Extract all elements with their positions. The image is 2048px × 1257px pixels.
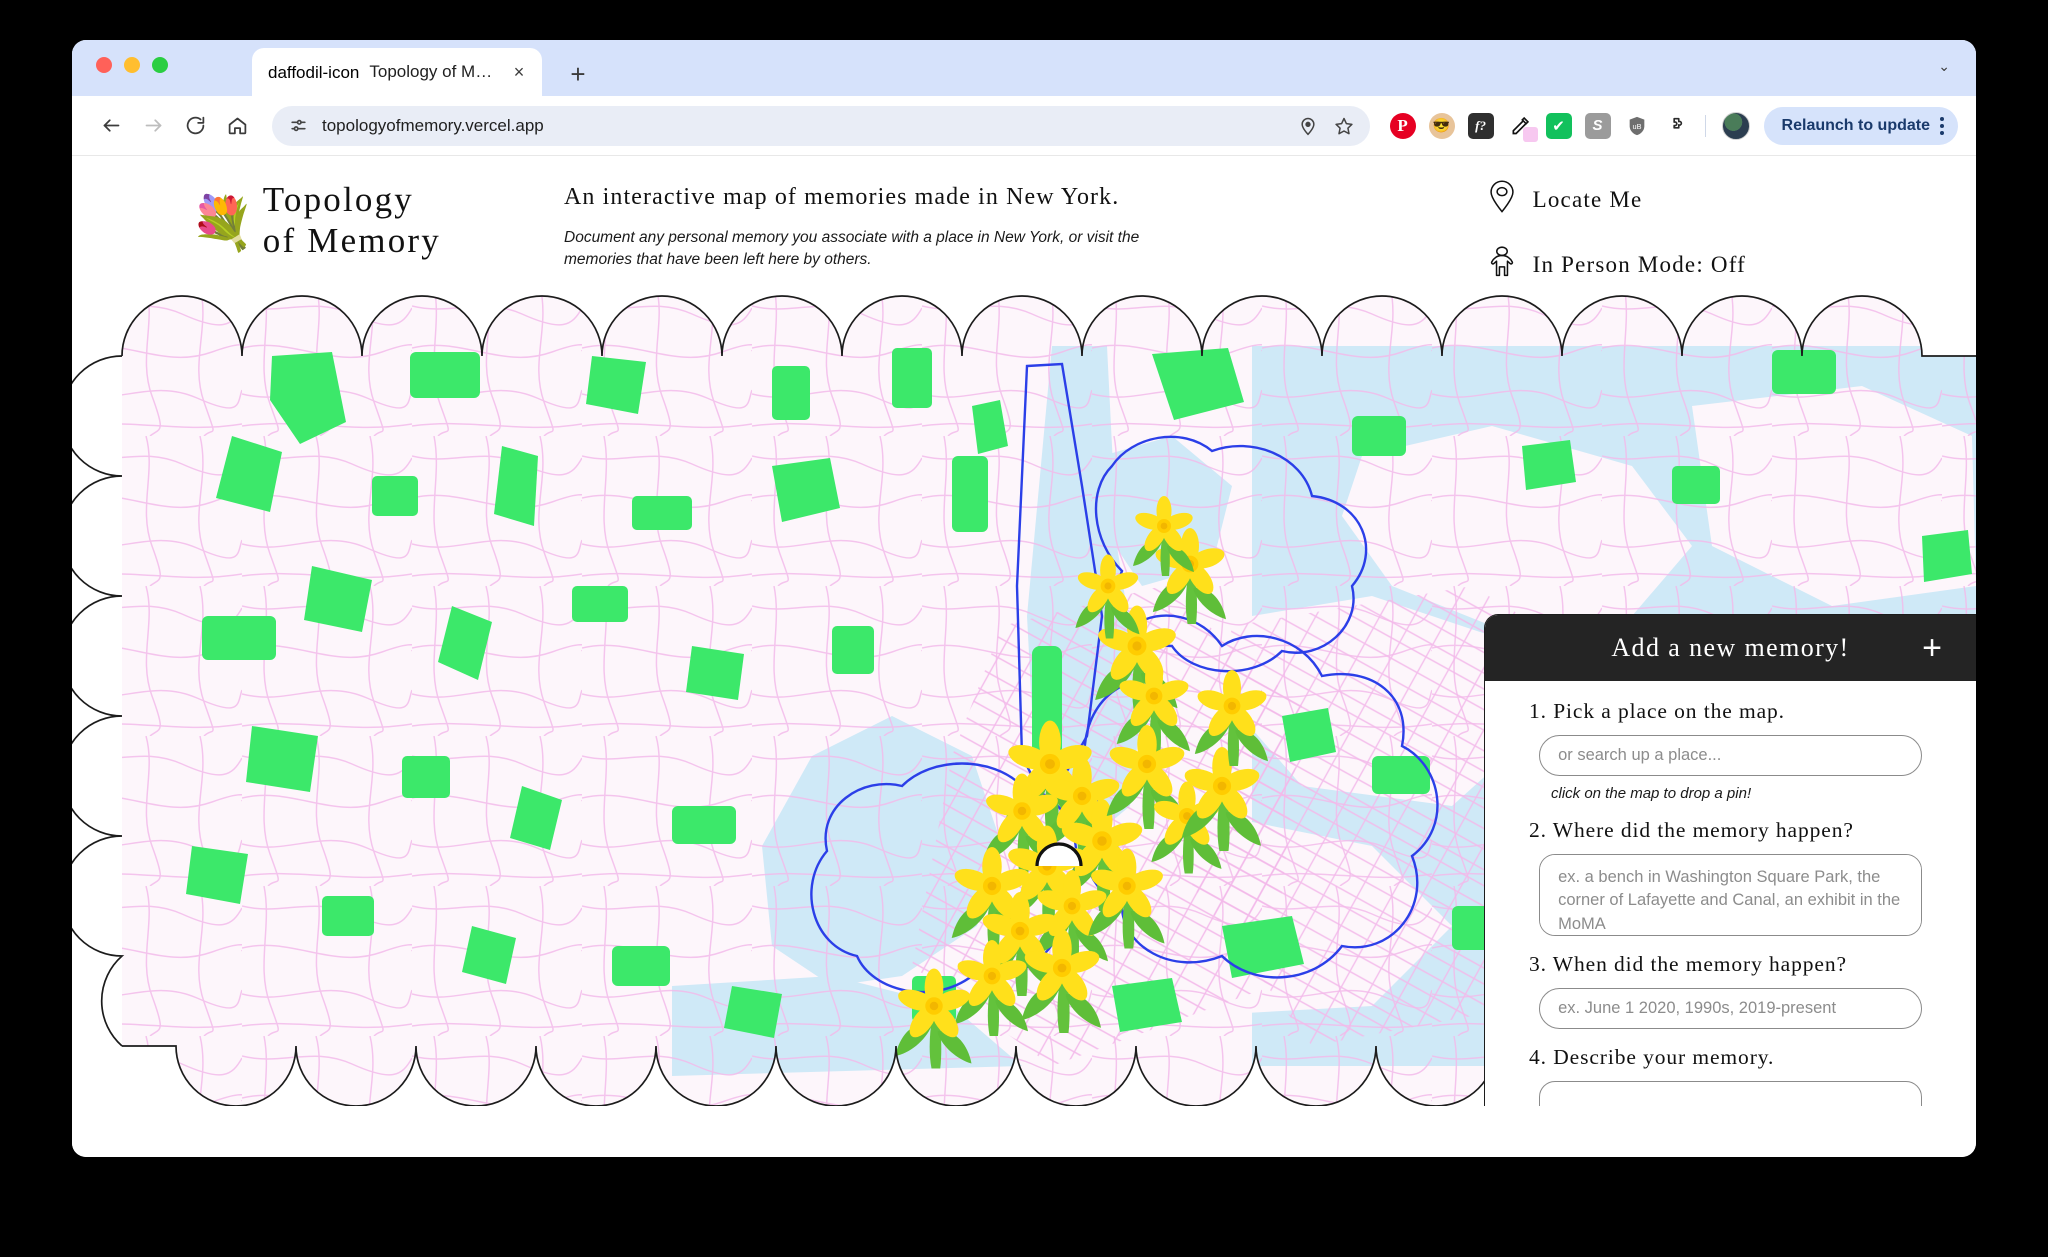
profile-avatar[interactable] — [1721, 111, 1750, 140]
puzzle-piece-icon[interactable] — [1663, 113, 1689, 139]
memory-map[interactable]: Add a new memory! + 1. Pick a place on t… — [72, 286, 1976, 1106]
relaunch-to-update-button[interactable]: Relaunch to update — [1763, 106, 1958, 145]
stylus-extension-icon[interactable]: S — [1584, 112, 1611, 139]
tagline-main: An interactive map of memories made in N… — [564, 184, 1120, 210]
question-2: 2. Where did the memory happen? — [1529, 818, 1932, 936]
site-logo: 💐 Topology of Memory — [190, 180, 441, 261]
memory-location-input[interactable] — [1539, 854, 1922, 936]
browser-tab[interactable]: daffodil-icon Topology of Memory × — [252, 48, 542, 96]
url-text: topologyofmemory.vercel.app — [322, 115, 544, 135]
tab-title: Topology of Memory — [369, 62, 498, 81]
in-person-mode-button[interactable]: In Person Mode: Off — [1487, 245, 1746, 284]
brand-line-2: of Memory — [262, 220, 441, 260]
browser-tab-strip: daffodil-icon Topology of Memory × + ⌄ — [72, 40, 1976, 96]
drop-pin-hint: click on the map to drop a pin! — [1551, 785, 1752, 802]
page-title: Topology of Memory — [263, 180, 441, 261]
close-window-button[interactable] — [96, 57, 112, 73]
kebab-menu-icon[interactable] — [1940, 116, 1944, 135]
window-traffic-lights — [96, 57, 168, 73]
question-3-label: 3. When did the memory happen? — [1529, 952, 1847, 976]
relaunch-label: Relaunch to update — [1781, 116, 1930, 134]
minimize-window-button[interactable] — [124, 57, 140, 73]
place-search-input[interactable] — [1539, 735, 1922, 776]
site-header: 💐 Topology of Memory An interactive map … — [72, 156, 1976, 286]
tagline-sub: Document any personal memory you associa… — [564, 229, 1140, 268]
star-icon[interactable] — [1332, 114, 1356, 138]
person-outline-icon — [1487, 245, 1517, 284]
ublock-origin-extension-icon[interactable]: uB — [1624, 113, 1650, 139]
question-1-label: 1. Pick a place on the map. — [1529, 699, 1785, 723]
map-scallop-left-border — [72, 355, 125, 1047]
pinterest-extension-icon[interactable]: P — [1389, 112, 1416, 139]
toolbar-divider — [1704, 114, 1706, 137]
svg-text:uB: uB — [1632, 121, 1641, 130]
color-swatch — [1522, 126, 1538, 142]
memory-description-input[interactable] — [1539, 1081, 1922, 1106]
browser-toolbar: topologyofmemory.vercel.app P 😎 f? ✔ S u… — [72, 96, 1976, 156]
reload-button[interactable] — [176, 107, 214, 145]
map-pin-outline-icon — [1487, 180, 1517, 219]
address-bar[interactable]: topologyofmemory.vercel.app — [272, 105, 1370, 146]
question-4-label: 4. Describe your memory. — [1529, 1045, 1775, 1069]
new-tab-button[interactable]: + — [564, 59, 592, 89]
https-lock-extension-icon[interactable]: ✔ — [1545, 112, 1572, 139]
browser-window: daffodil-icon Topology of Memory × + ⌄ t… — [72, 40, 1976, 1157]
avatar-extension-icon[interactable]: 😎 — [1428, 112, 1455, 139]
add-memory-panel: Add a new memory! + 1. Pick a place on t… — [1484, 614, 1976, 1106]
memory-date-input[interactable] — [1539, 988, 1922, 1029]
fontanello-extension-icon[interactable]: f? — [1467, 112, 1494, 139]
panel-title: Add a new memory! — [1611, 633, 1850, 662]
question-2-label: 2. Where did the memory happen? — [1529, 818, 1854, 842]
in-person-mode-label: In Person Mode: Off — [1532, 251, 1746, 277]
daffodil-icon: daffodil-icon — [268, 62, 360, 82]
location-pin-icon[interactable] — [1296, 114, 1320, 138]
panel-header[interactable]: Add a new memory! + — [1485, 615, 1976, 681]
daffodil-icon: 💐 — [190, 194, 255, 253]
locate-me-button[interactable]: Locate Me — [1487, 180, 1746, 219]
question-3: 3. When did the memory happen? — [1529, 952, 1932, 1029]
color-picker-extension-icon[interactable] — [1507, 113, 1538, 142]
chevron-down-icon[interactable]: ⌄ — [1938, 58, 1950, 75]
tune-icon[interactable] — [286, 114, 310, 138]
forward-button[interactable] — [134, 107, 172, 145]
maximize-window-button[interactable] — [152, 57, 168, 73]
question-4: 4. Describe your memory. — [1529, 1045, 1932, 1106]
question-1: 1. Pick a place on the map. click on the… — [1529, 699, 1932, 802]
web-page: 💐 Topology of Memory An interactive map … — [72, 156, 1976, 1157]
extension-icons: P 😎 f? ✔ S uB — [1384, 111, 1750, 142]
header-actions: Locate Me In Person Mode: Off — [1487, 180, 1746, 284]
back-button[interactable] — [92, 107, 130, 145]
brand-line-1: Topology — [262, 180, 415, 219]
plus-icon[interactable]: + — [1922, 631, 1942, 665]
home-button[interactable] — [218, 107, 256, 145]
tagline: An interactive map of memories made in N… — [564, 184, 1204, 271]
locate-me-label: Locate Me — [1532, 186, 1643, 212]
close-icon[interactable]: × — [508, 61, 530, 83]
panel-body: 1. Pick a place on the map. click on the… — [1485, 681, 1976, 1106]
